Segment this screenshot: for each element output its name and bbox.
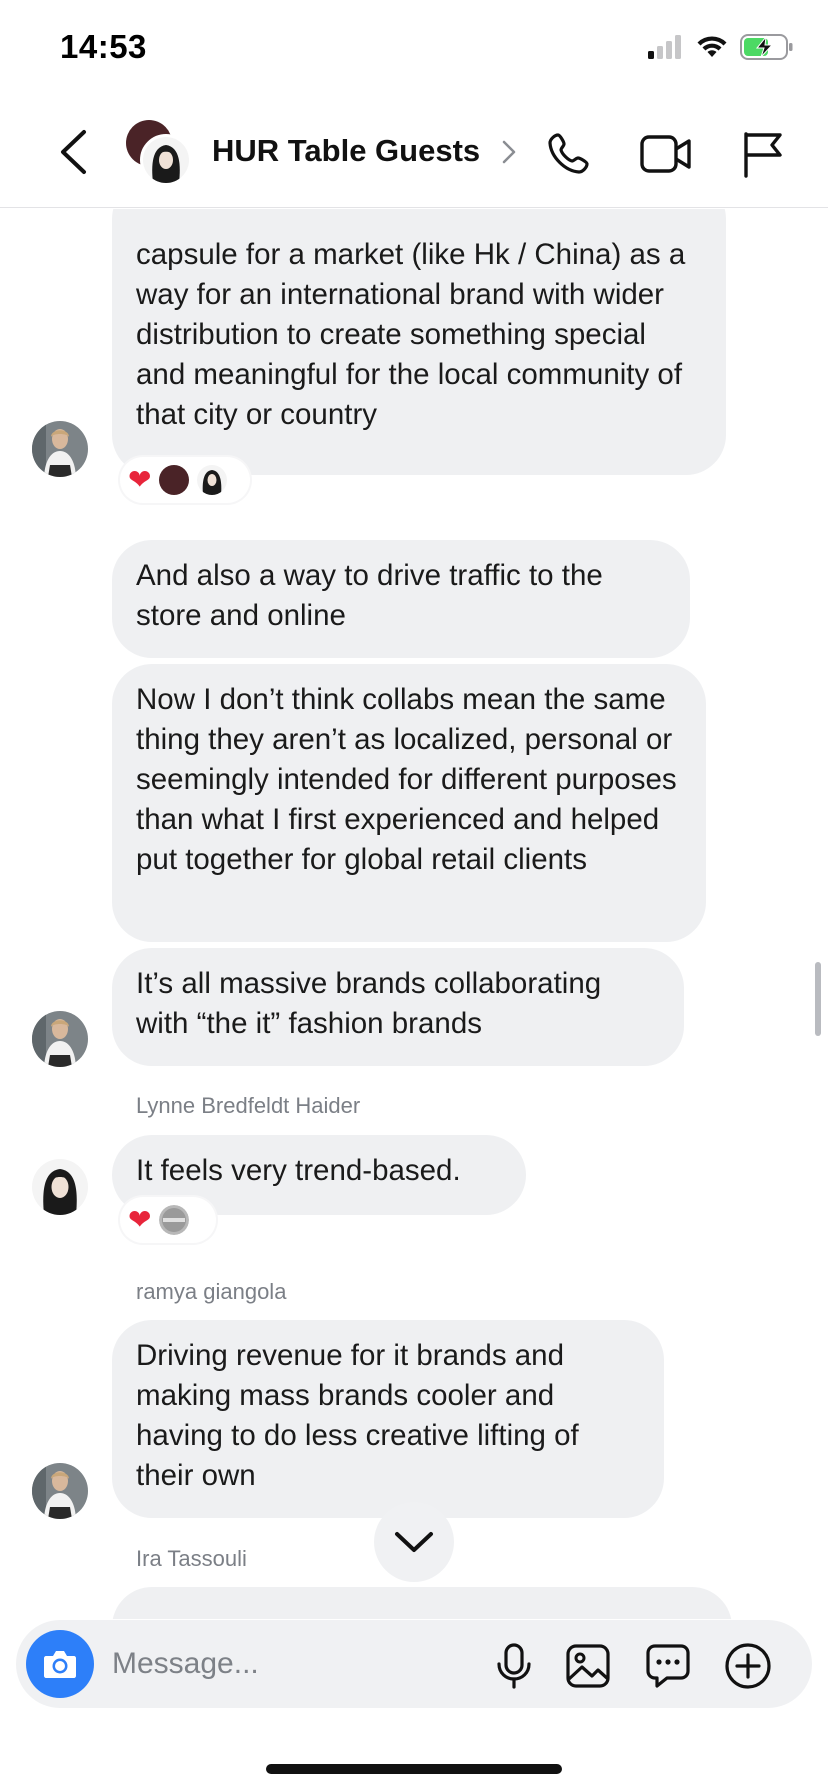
status-bar: 14:53 [0,0,828,100]
status-time: 14:53 [60,28,147,65]
message-text: capsule for a market (like Hk / China) a… [136,238,686,431]
message-bubble[interactable]: Driving revenue for it brands and making… [112,1320,664,1518]
chevron-right-icon[interactable] [502,140,516,169]
phone-icon [548,133,589,174]
heart-reaction-icon: ❤ [128,464,152,495]
wifi-icon [696,35,728,64]
sender-name: ramya giangola [136,1279,287,1304]
report-button[interactable] [734,126,790,182]
chat-header: HUR Table Guests [0,100,828,208]
heart-reaction-icon: ❤ [128,1204,152,1235]
message-text: It’s all massive brands collaborating wi… [136,967,602,1040]
battery-charging-icon [740,34,794,65]
message-list[interactable]: capsule for a market (like Hk / China) a… [0,209,828,1619]
chevron-left-icon [61,130,86,174]
avatar [159,465,190,495]
cellular-signal-icon [648,35,684,64]
sender-name: Lynne Bredfeldt Haider [136,1093,361,1118]
message-reactions[interactable]: ❤ [120,1197,216,1243]
avatar[interactable] [32,1011,88,1067]
message-bubble[interactable]: capsule for a market (like Hk / China) a… [112,209,726,475]
avatar [197,465,228,495]
avatar[interactable] [32,1159,88,1215]
chevron-down-icon [395,1532,433,1552]
message-reactions[interactable]: ❤ [120,457,250,503]
avatar[interactable] [32,421,88,477]
flag-icon [744,132,782,178]
video-camera-icon [640,135,691,173]
message-input[interactable] [112,1640,472,1688]
image-icon [566,1644,610,1688]
message-text: It feels very trend-based. [136,1154,461,1187]
gallery-button[interactable] [562,1640,614,1692]
avatar[interactable] [32,1463,88,1519]
message-text: And also a way to drive traffic to the s… [136,559,603,632]
plus-circle-icon [725,1643,771,1689]
camera-button[interactable] [26,1630,94,1698]
video-call-button[interactable] [638,126,694,182]
message-bubble[interactable] [112,1587,732,1619]
more-actions-button[interactable] [722,1640,774,1692]
message-text: Driving revenue for it brands and making… [136,1339,579,1492]
back-button[interactable] [48,122,98,182]
scroll-to-bottom-button[interactable] [374,1502,454,1582]
camera-icon [44,1651,76,1678]
message-bubble[interactable]: And also a way to drive traffic to the s… [112,540,690,658]
call-button[interactable] [540,126,596,182]
message-text: Now I don’t think collabs mean the same … [136,683,677,876]
status-icons [648,34,794,65]
group-avatar[interactable] [126,120,192,186]
voice-message-button[interactable] [488,1640,540,1692]
message-composer [16,1620,812,1708]
avatar [140,134,192,186]
stickers-button[interactable] [642,1640,694,1692]
scrollbar[interactable] [815,962,821,1036]
sender-name: Ira Tassouli [136,1546,247,1571]
message-bubble[interactable]: Now I don’t think collabs mean the same … [112,664,706,942]
chat-bubble-icon [646,1644,690,1688]
message-bubble[interactable]: It’s all massive brands collaborating wi… [112,948,684,1066]
chat-title[interactable]: HUR Table Guests [212,133,480,169]
home-indicator[interactable] [266,1764,562,1774]
microphone-icon [497,1643,531,1689]
avatar [159,1205,190,1235]
